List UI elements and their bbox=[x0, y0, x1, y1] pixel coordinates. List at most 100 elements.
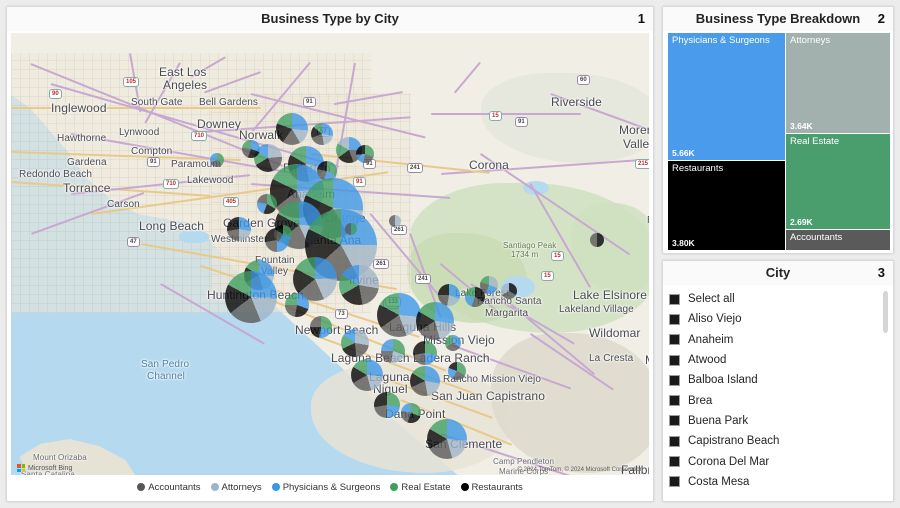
map-label: Carson bbox=[107, 199, 140, 210]
city-list-item[interactable]: Costa Mesa bbox=[669, 472, 879, 492]
map-pie-bubble[interactable] bbox=[351, 359, 383, 391]
city-list-item-label: Atwood bbox=[688, 354, 727, 367]
city-list-item[interactable]: Capistrano Beach bbox=[669, 431, 879, 451]
city-slicer-panel[interactable]: City 3 Select all Aliso Viejo Anaheim Atwoo… bbox=[662, 260, 894, 502]
map-visual-panel[interactable]: Business Type by City 1 East Los Angeles I… bbox=[6, 6, 654, 502]
map-panel-title-text: Business Type by City bbox=[261, 11, 399, 26]
legend-item[interactable]: Attorneys bbox=[210, 482, 262, 493]
checkbox-icon[interactable] bbox=[669, 313, 680, 325]
checkbox-icon[interactable] bbox=[669, 293, 680, 305]
map-pie-bubble[interactable] bbox=[401, 403, 421, 423]
map-highway-shield: 91 bbox=[353, 177, 366, 187]
city-panel-title: City 3 bbox=[663, 261, 893, 285]
city-list-item-label: Brea bbox=[688, 394, 713, 407]
city-list-item-label: Costa Mesa bbox=[688, 475, 750, 488]
map-label: Wildomar bbox=[589, 326, 641, 340]
checkbox-icon[interactable] bbox=[669, 334, 680, 346]
treemap-tile-label: Physicians & Surgeons bbox=[672, 35, 770, 46]
map-pie-bubble[interactable] bbox=[311, 123, 333, 145]
treemap-panel-title-text: Business Type Breakdown bbox=[695, 11, 861, 26]
legend-item[interactable]: Physicians & Surgeons bbox=[271, 482, 380, 493]
city-list-item-label: Corona Del Mar bbox=[688, 455, 770, 468]
city-list[interactable]: Select all Aliso Viejo Anaheim Atwood Balboa… bbox=[669, 289, 879, 497]
map-label: Margarita bbox=[485, 308, 529, 319]
map-pie-bubble[interactable] bbox=[389, 215, 401, 227]
map-pie-bubble[interactable] bbox=[438, 284, 460, 306]
city-list-item-label: Anaheim bbox=[688, 333, 734, 346]
treemap-visual-panel[interactable]: Business Type Breakdown 2 Physicians & S… bbox=[662, 6, 894, 254]
treemap-panel-title: Business Type Breakdown 2 bbox=[663, 7, 893, 31]
map-pie-bubble[interactable] bbox=[445, 335, 461, 351]
city-scrollbar[interactable] bbox=[882, 289, 889, 495]
city-list-item-label: Aliso Viejo bbox=[688, 313, 742, 326]
city-list-item[interactable]: Select all bbox=[669, 289, 879, 309]
city-list-item[interactable]: Anaheim bbox=[669, 330, 879, 350]
map-pie-bubble[interactable] bbox=[227, 217, 251, 241]
map-label: Valley bbox=[623, 137, 649, 151]
map-label: Hawthorne bbox=[57, 133, 107, 144]
map-pie-bubble[interactable] bbox=[413, 341, 437, 365]
map-label: Mount Orizaba bbox=[33, 453, 87, 462]
checkbox-icon[interactable] bbox=[669, 435, 680, 447]
bing-logo-text: Microsoft Bing bbox=[28, 464, 73, 472]
checkbox-icon[interactable] bbox=[669, 354, 680, 366]
city-list-item-label: Select all bbox=[688, 293, 735, 306]
city-list-item[interactable]: Buena Park bbox=[669, 411, 879, 431]
checkbox-icon[interactable] bbox=[669, 456, 680, 468]
map-pie-bubble[interactable] bbox=[310, 316, 332, 338]
map-pie-bubble[interactable] bbox=[416, 302, 454, 340]
treemap-area[interactable]: Physicians & Surgeons 5.66K Restaurants 3.8… bbox=[668, 33, 890, 250]
city-list-item[interactable]: Balboa Island bbox=[669, 370, 879, 390]
map-pie-bubble[interactable] bbox=[356, 145, 374, 163]
map-pie-bubble[interactable] bbox=[242, 140, 260, 158]
legend-label: Restaurants bbox=[471, 481, 523, 493]
treemap-tile[interactable]: Restaurants 3.80K bbox=[668, 161, 785, 250]
treemap-tile[interactable]: Accountants bbox=[786, 230, 890, 250]
map-pie-bubble[interactable] bbox=[381, 339, 405, 363]
map-pie-bubble[interactable] bbox=[374, 392, 400, 418]
map-pie-bubble[interactable] bbox=[377, 293, 421, 337]
map-pie-bubble[interactable] bbox=[257, 194, 277, 214]
city-list-item[interactable]: Aliso Viejo bbox=[669, 309, 879, 329]
map-label: Corona bbox=[469, 158, 509, 172]
map-pie-bubble[interactable] bbox=[448, 362, 466, 380]
legend-item[interactable]: Restaurants bbox=[460, 481, 523, 493]
treemap-tile[interactable]: Physicians & Surgeons 5.66K bbox=[668, 33, 785, 160]
map-pie-bubble[interactable] bbox=[225, 271, 277, 323]
map-pie-bubble[interactable] bbox=[427, 419, 467, 459]
map-pie-bubble[interactable] bbox=[590, 233, 604, 247]
map-pie-bubble[interactable] bbox=[339, 265, 379, 305]
checkbox-icon[interactable] bbox=[669, 374, 680, 386]
map-pie-bubble[interactable] bbox=[480, 276, 498, 294]
legend-color-dot bbox=[271, 483, 280, 491]
map-pie-bubble[interactable] bbox=[345, 223, 357, 235]
city-list-item[interactable]: Brea bbox=[669, 390, 879, 410]
map-pie-bubble[interactable] bbox=[410, 366, 440, 396]
treemap-tile-value: 5.66K bbox=[672, 148, 695, 158]
checkbox-icon[interactable] bbox=[669, 476, 680, 488]
checkbox-icon[interactable] bbox=[669, 395, 680, 407]
map-label: Redondo Beach bbox=[19, 169, 93, 180]
map-highway-shield: 90 bbox=[49, 89, 62, 99]
map-legend[interactable]: Accountants Attorneys Physicians & Surgeon… bbox=[11, 477, 649, 497]
checkbox-icon[interactable] bbox=[669, 415, 680, 427]
map-pie-bubble[interactable] bbox=[285, 293, 309, 317]
map-highway-shield: 261 bbox=[373, 259, 390, 269]
map-area[interactable]: East Los Angeles Inglewood South Gate Bell G… bbox=[11, 33, 649, 475]
map-pie-bubble[interactable] bbox=[501, 283, 517, 299]
legend-item[interactable]: Real Estate bbox=[390, 482, 451, 493]
map-pie-bubble[interactable] bbox=[274, 225, 292, 243]
treemap-tile[interactable]: Attorneys 3.64K bbox=[786, 33, 890, 133]
city-list-item[interactable]: Atwood bbox=[669, 350, 879, 370]
map-pie-bubble[interactable] bbox=[341, 329, 369, 357]
city-scrollbar-thumb[interactable] bbox=[883, 291, 888, 333]
map-pie-bubble[interactable] bbox=[210, 153, 224, 167]
map-label: La Cresta bbox=[589, 353, 634, 364]
map-pie-bubble[interactable] bbox=[276, 113, 308, 145]
map-label: Camp Pendleton bbox=[493, 457, 554, 466]
map-highway-shield: 91 bbox=[303, 97, 316, 107]
city-list-item[interactable]: Corona Del Mar bbox=[669, 451, 879, 471]
treemap-tile[interactable]: Real Estate 2.69K bbox=[786, 134, 890, 229]
legend-item[interactable]: Accountants bbox=[137, 482, 201, 493]
city-panel-number: 3 bbox=[877, 265, 885, 280]
